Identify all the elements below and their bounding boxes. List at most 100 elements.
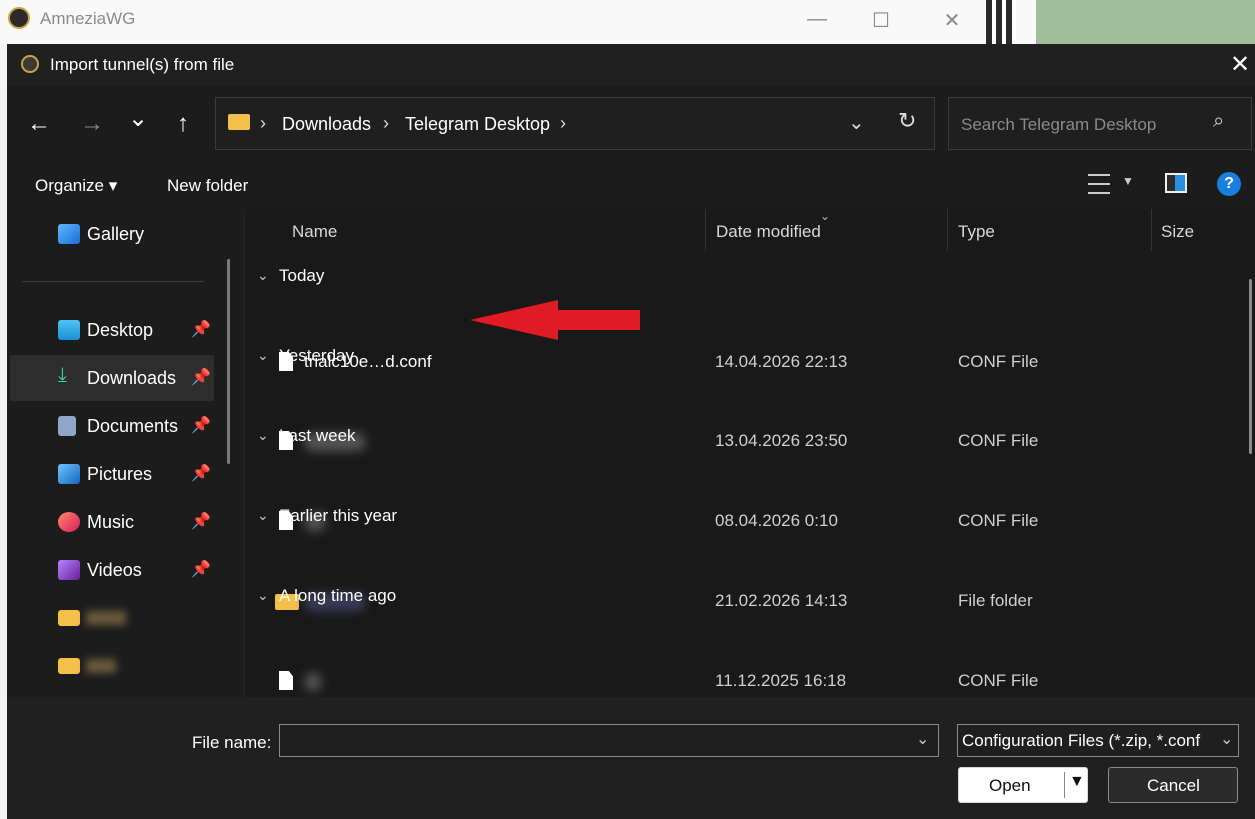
background-app-title: AmneziaWG [40, 9, 136, 28]
cancel-button[interactable]: Cancel [1108, 767, 1238, 803]
column-header-date-modified[interactable]: Date modified [716, 222, 821, 242]
pin-icon[interactable]: 📌 [191, 559, 211, 579]
navigation-pane: Gallery Desktop 📌 ⤓ Downloads 📌 Document… [7, 209, 243, 697]
file-list: Name ⌄ Date modified Type Size ⌄ Today t… [245, 209, 1255, 732]
back-button[interactable]: ← [23, 110, 55, 138]
open-dropdown-icon[interactable]: ▼ [1069, 773, 1085, 791]
navigation-bar: ← → ⌄ ↑ › Downloads › Telegram Desktop ›… [7, 86, 1255, 161]
group-label: Today [279, 266, 325, 285]
group-label: Yesterday [279, 346, 354, 365]
open-button[interactable]: Open ▼ [958, 767, 1088, 803]
file-type: CONF File [958, 431, 1039, 450]
pin-icon[interactable]: 📌 [191, 463, 211, 483]
help-button[interactable]: ? [1217, 172, 1241, 196]
pictures-icon [58, 464, 80, 484]
file-name-combobox[interactable]: ⌄ [279, 724, 939, 757]
file-type: CONF File [958, 671, 1039, 690]
sidebar-item-music[interactable]: Music 📌 [10, 499, 214, 545]
breadcrumb-downloads[interactable]: Downloads [282, 114, 371, 135]
chevron-down-icon[interactable]: ⌄ [257, 507, 269, 524]
view-dropdown-icon[interactable]: ▼ [1122, 174, 1134, 188]
column-header-size[interactable]: Size [1161, 222, 1194, 242]
annotation-arrow-icon [470, 300, 640, 340]
amneziawg-logo-icon [8, 7, 30, 29]
group-header-a-long-time-ago[interactable]: ⌄ A long time ago [245, 586, 945, 609]
pin-icon[interactable]: 📌 [191, 319, 211, 339]
sidebar-item-desktop[interactable]: Desktop 📌 [10, 307, 214, 353]
sidebar-item-folder-blurred[interactable] [10, 643, 214, 689]
sidebar-item-pictures[interactable]: Pictures 📌 [10, 451, 214, 497]
preview-pane-icon[interactable] [1165, 173, 1187, 193]
sidebar-item-gallery[interactable]: Gallery [10, 211, 214, 257]
minimize-button[interactable]: — [802, 8, 832, 31]
chevron-down-icon[interactable]: ⌄ [257, 587, 269, 604]
blurred-label [86, 611, 126, 625]
column-divider[interactable] [947, 209, 948, 251]
cancel-button-label: Cancel [1147, 776, 1200, 795]
address-bar[interactable]: › Downloads › Telegram Desktop › ⌄ ↻ [215, 97, 935, 150]
refresh-icon[interactable]: ↻ [898, 108, 916, 134]
breadcrumb-telegram-desktop[interactable]: Telegram Desktop [405, 114, 550, 135]
file-type-filter-select[interactable]: Configuration Files (*.zip, *.conf ⌄ [957, 724, 1239, 757]
sidebar-item-label: Documents [87, 416, 179, 436]
pin-icon[interactable]: 📌 [191, 367, 211, 387]
forward-button[interactable]: → [76, 110, 108, 138]
folder-icon [58, 610, 80, 626]
file-row-a-long-time-ago[interactable]: 11.12.2025 16:18 CONF File [245, 671, 1245, 693]
videos-icon [58, 560, 80, 580]
dialog-footer: File name: ⌄ Configuration Files (*.zip,… [7, 697, 1255, 819]
view-details-icon[interactable] [1088, 174, 1110, 194]
pin-icon[interactable]: 📌 [191, 511, 211, 531]
column-header-name[interactable]: Name [292, 222, 337, 242]
column-divider[interactable] [705, 209, 706, 251]
sidebar-item-videos[interactable]: Videos 📌 [10, 547, 214, 593]
up-button[interactable]: ↑ [167, 110, 199, 138]
chevron-down-icon[interactable]: ⌄ [257, 267, 269, 284]
group-label: Earlier this year [279, 506, 398, 525]
group-header-last-week[interactable]: ⌄ Last week [245, 426, 945, 449]
sidebar-item-folder-blurred[interactable] [10, 595, 214, 641]
qr-code-fragment [986, 0, 1016, 44]
group-header-earlier-this-year[interactable]: ⌄ Earlier this year [245, 506, 945, 529]
chevron-down-icon[interactable]: ⌄ [257, 427, 269, 444]
chevron-down-icon[interactable]: ⌄ [1216, 729, 1234, 749]
breadcrumb-separator: › [383, 113, 389, 133]
file-name-label: File name: [192, 733, 272, 752]
vertical-scrollbar[interactable] [1249, 279, 1252, 454]
desktop-icon [58, 320, 80, 340]
chevron-down-icon[interactable]: ⌄ [916, 729, 929, 749]
sort-indicator-icon: ⌄ [820, 209, 831, 223]
group-header-yesterday[interactable]: ⌄ Yesterday [245, 346, 945, 369]
background-wallpaper [1036, 0, 1255, 44]
recent-locations-button[interactable]: ⌄ [122, 104, 154, 133]
new-folder-button[interactable]: New folder [167, 176, 248, 196]
breadcrumb-separator[interactable]: › [560, 113, 566, 134]
sidebar-item-documents[interactable]: Documents 📌 [10, 403, 214, 449]
address-dropdown-icon[interactable]: ⌄ [848, 110, 865, 135]
gallery-icon [58, 224, 80, 244]
column-header-type[interactable]: Type [958, 222, 995, 242]
sidebar-item-label: Desktop [87, 320, 154, 340]
breadcrumb-separator: › [260, 113, 266, 133]
search-box[interactable]: ⌕ [948, 97, 1252, 150]
search-input[interactable] [959, 112, 1213, 138]
group-header-today[interactable]: ⌄ Today [245, 266, 945, 289]
app-icon [21, 55, 39, 73]
background-close-button[interactable]: ✕ [937, 8, 967, 33]
pin-icon[interactable]: 📌 [191, 415, 211, 435]
search-icon[interactable]: ⌕ [1213, 110, 1224, 133]
dialog-close-button[interactable]: ✕ [1225, 50, 1255, 79]
sidebar-item-label: Gallery [87, 224, 145, 244]
chevron-down-icon[interactable]: ⌄ [257, 347, 269, 364]
maximize-button[interactable]: ☐ [866, 8, 896, 33]
group-label: A long time ago [279, 586, 397, 605]
sidebar-item-downloads[interactable]: ⤓ Downloads 📌 [10, 355, 214, 401]
file-type: CONF File [958, 352, 1039, 371]
organize-button[interactable]: Organize ▾ [35, 176, 117, 196]
sidebar-item-label: Videos [87, 560, 142, 580]
sidebar-item-label: Pictures [87, 464, 153, 484]
column-divider[interactable] [1151, 209, 1152, 251]
open-button-label: Open [989, 776, 1031, 795]
sidebar-scrollbar[interactable] [227, 259, 230, 464]
file-name-input[interactable] [286, 729, 910, 753]
